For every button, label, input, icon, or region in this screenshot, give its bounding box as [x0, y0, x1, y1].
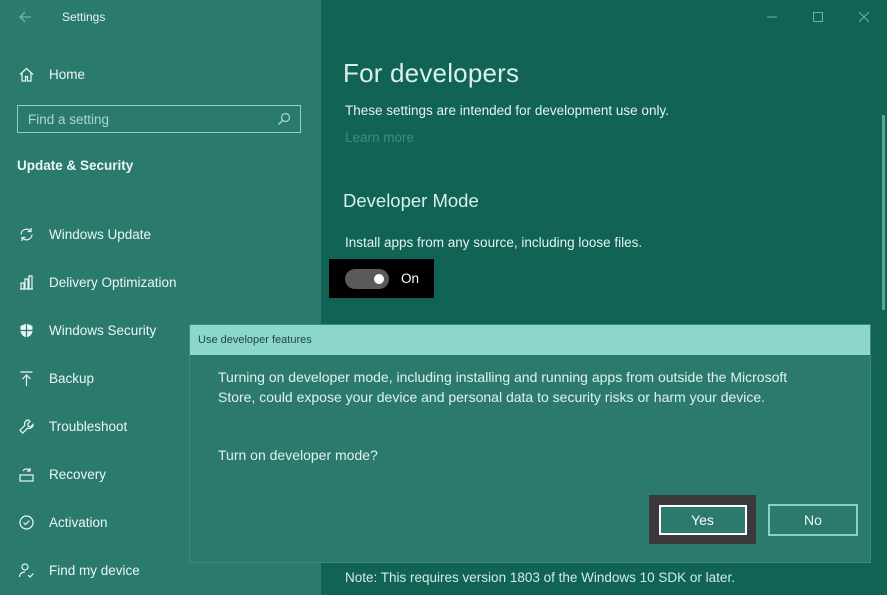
search-box[interactable]: [17, 105, 301, 133]
recovery-icon: [17, 465, 35, 483]
developer-mode-toggle-focus: On: [329, 259, 434, 298]
section-title: Update & Security: [17, 158, 134, 173]
shield-icon: [17, 321, 35, 339]
sidebar-item-label: Find my device: [49, 562, 140, 578]
toggle-state-label: On: [401, 271, 420, 286]
sidebar-item-label: Windows Security: [49, 322, 157, 338]
sidebar-item-label: Troubleshoot: [49, 418, 128, 434]
yes-button[interactable]: Yes: [658, 504, 747, 535]
home-icon: [17, 65, 35, 83]
intro-text: These settings are intended for developm…: [345, 103, 669, 118]
sidebar-item-label: Windows Update: [49, 226, 152, 242]
sidebar-item-delivery-optimization[interactable]: Delivery Optimization: [0, 258, 321, 306]
developer-mode-heading: Developer Mode: [343, 190, 479, 211]
delivery-optimization-icon: [17, 273, 35, 291]
sidebar-item-home[interactable]: Home: [0, 58, 321, 90]
minimize-icon[interactable]: [749, 0, 795, 34]
developer-features-dialog: Use developer features Turning on develo…: [190, 325, 870, 562]
app-title: Settings: [62, 10, 106, 24]
dialog-body-text: Turning on developer mode, including ins…: [218, 369, 788, 405]
window-controls: [749, 0, 887, 34]
scrollbar[interactable]: [882, 115, 885, 310]
learn-more-link[interactable]: Learn more: [345, 130, 414, 145]
settings-window: Settings Home Update & Security Windows …: [0, 0, 887, 595]
toggle-knob: [374, 273, 384, 284]
sidebar-item-label: Activation: [49, 514, 108, 530]
close-icon[interactable]: [841, 0, 887, 34]
sdk-note: Note: This requires version 1803 of the …: [345, 570, 735, 585]
dialog-titlebar: Use developer features: [190, 325, 870, 355]
sidebar-item-label: Delivery Optimization: [49, 274, 177, 290]
backup-arrow-icon: [17, 369, 35, 387]
maximize-icon[interactable]: [795, 0, 841, 34]
sidebar-item-label: Backup: [49, 370, 95, 386]
person-locate-icon: [17, 561, 35, 579]
developer-mode-toggle[interactable]: [345, 268, 389, 289]
yes-button-focus: Yes: [649, 495, 756, 544]
page-title: For developers: [343, 58, 520, 88]
refresh-icon: [17, 225, 35, 243]
dialog-title: Use developer features: [198, 334, 312, 346]
search-icon[interactable]: [276, 111, 292, 127]
sidebar-item-windows-update[interactable]: Windows Update: [0, 210, 321, 258]
dialog-question: Turn on developer mode?: [218, 447, 378, 463]
sidebar-item-label: Recovery: [49, 466, 107, 482]
wrench-icon: [17, 417, 35, 435]
sidebar-item-label: Home: [49, 66, 86, 82]
no-button[interactable]: No: [768, 504, 858, 536]
back-arrow-icon[interactable]: [14, 6, 36, 28]
check-circle-icon: [17, 513, 35, 531]
developer-mode-description: Install apps from any source, including …: [345, 235, 643, 250]
search-input[interactable]: [18, 110, 276, 128]
